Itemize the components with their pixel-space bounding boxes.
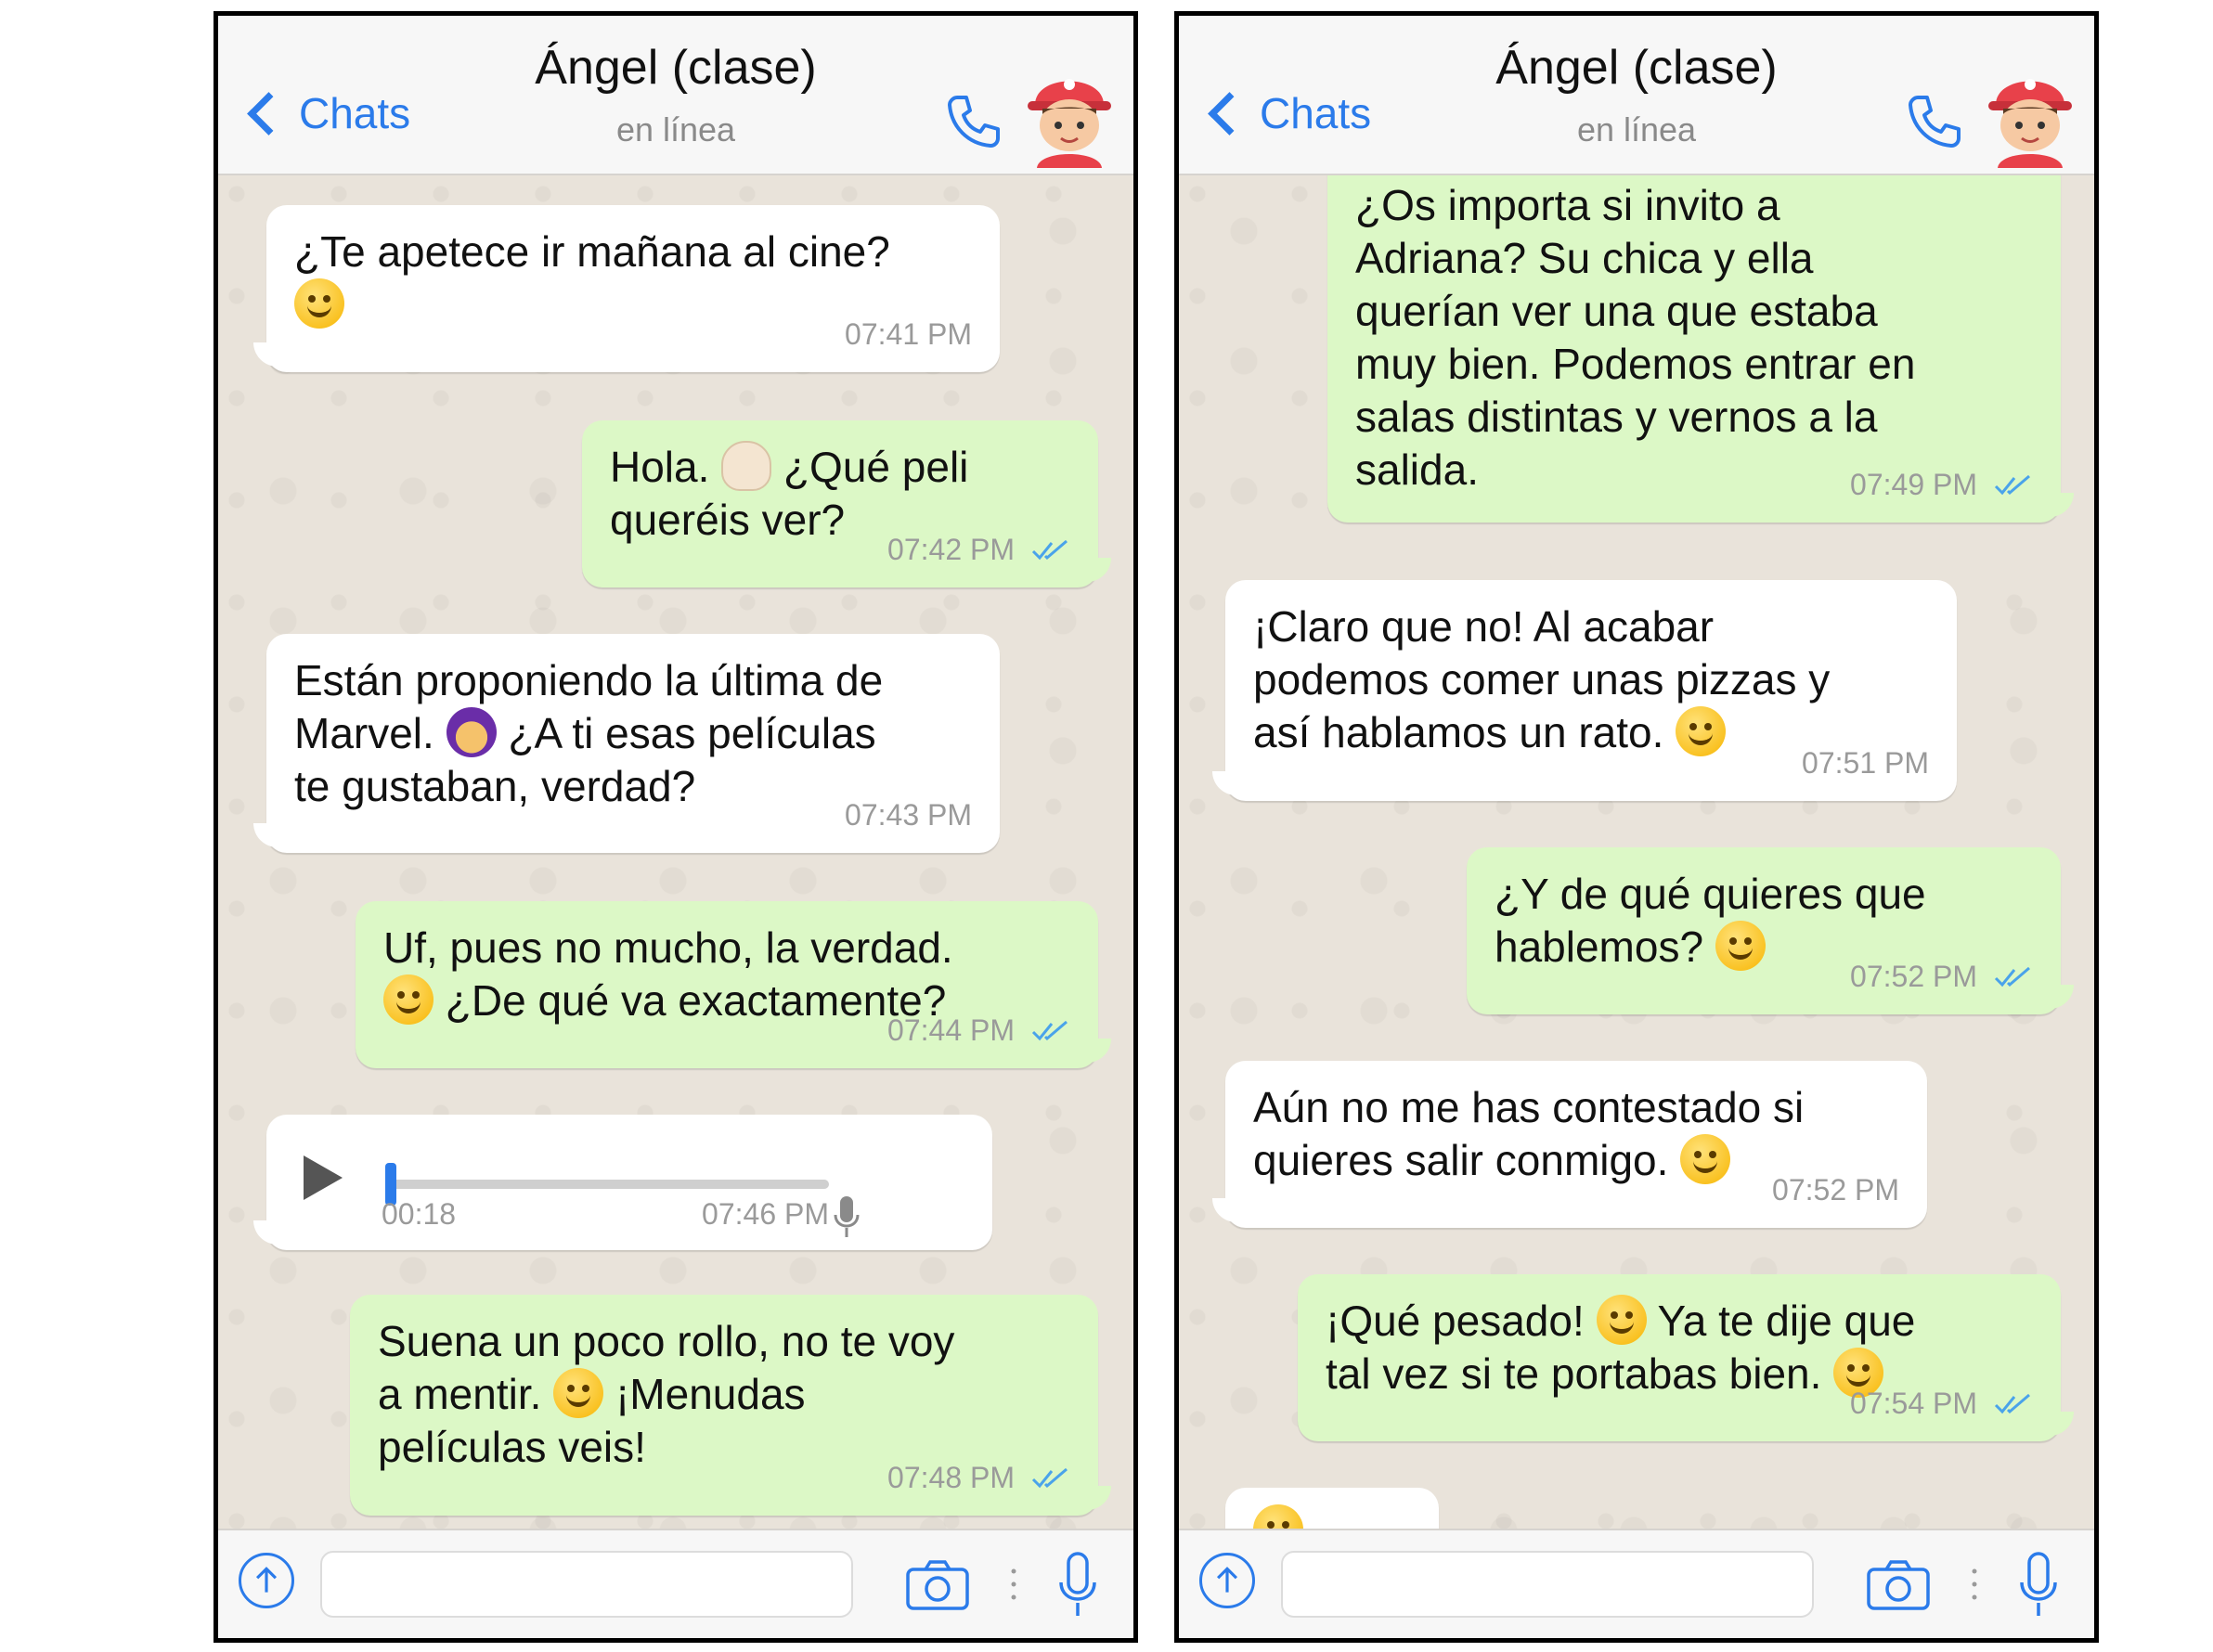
message-text: así hablamos un rato.	[1253, 708, 1664, 756]
double-check-icon	[1994, 966, 2030, 987]
message-list[interactable]: ¿Te apetece ir mañana al cine? 07:41 PM …	[218, 175, 1133, 1530]
message-outgoing[interactable]: ¿Y de qué quieres que hablemos? 07:52 PM	[1467, 847, 2074, 1014]
message-text: Uf, pues no mucho, la verdad.	[383, 923, 953, 972]
smiling-halo-emoji	[1253, 1504, 1303, 1530]
voice-duration: 00:18	[382, 1197, 457, 1231]
tears-of-joy-emoji	[553, 1368, 604, 1418]
message-time: 07:48 PM	[887, 1461, 1015, 1494]
phone-icon[interactable]	[944, 92, 1003, 151]
message-time: 07:42 PM	[887, 533, 1015, 566]
input-bar	[1179, 1529, 2094, 1638]
message-text: Ya te dije que	[1657, 1297, 1916, 1345]
message-time: 07:41 PM	[845, 317, 972, 351]
camera-icon[interactable]	[1866, 1558, 1931, 1612]
message-incoming[interactable]: Aún no me has contestado si quieres sali…	[1212, 1061, 1927, 1228]
grinning-sweat-emoji	[383, 974, 434, 1025]
chat-screen-left: Chats Ángel (clase) en línea ¿Te apetece…	[214, 11, 1138, 1643]
message-outgoing[interactable]: Suena un poco rollo, no te voy a mentir.…	[350, 1295, 1111, 1516]
message-time: 07:44 PM	[887, 1013, 1015, 1047]
message-time: 07:51 PM	[1802, 746, 1929, 780]
message-time: 07:52 PM	[1850, 960, 1977, 993]
message-text: ¿Os importa si invito a	[1355, 181, 1780, 229]
chat-header: Chats Ángel (clase) en línea	[218, 16, 1133, 175]
message-outgoing[interactable]: Hola. ¿Qué peli queréis ver? 07:42 PM	[582, 420, 1111, 587]
message-text: ¡Claro que no! Al acabar	[1253, 602, 1715, 651]
smiling-face-emoji	[1676, 706, 1727, 756]
phone-icon[interactable]	[1905, 92, 1964, 151]
message-text: muy bien. Podemos entrar en	[1355, 340, 1916, 388]
chat-header: Chats Ángel (clase) en línea	[1179, 16, 2094, 175]
message-text: a mentir.	[378, 1370, 542, 1418]
message-incoming[interactable]	[1225, 1488, 1439, 1530]
message-text: Marvel.	[294, 709, 434, 757]
message-time: 07:49 PM	[1850, 468, 1977, 501]
upload-arrow-icon[interactable]	[239, 1553, 294, 1608]
contact-avatar[interactable]	[1979, 57, 2081, 168]
message-text: Suena un poco rollo, no te voy	[378, 1317, 955, 1365]
separator-dots	[1972, 1568, 1977, 1600]
message-text: quieres salir conmigo.	[1253, 1136, 1669, 1184]
message-input[interactable]	[1281, 1551, 1814, 1618]
double-check-icon	[1994, 1393, 2030, 1413]
voice-message[interactable]: 00:18 07:46 PM	[253, 1115, 992, 1250]
contact-avatar[interactable]	[1018, 57, 1120, 168]
message-text: Están proponiendo la última de	[294, 656, 884, 704]
chat-screen-right: Chats Ángel (clase) en línea ¿Os importa…	[1174, 11, 2099, 1643]
message-list[interactable]: ¿Os importa si invito a Adriana? Su chic…	[1179, 175, 2094, 1530]
message-text: ¿Y de qué quieres que	[1495, 870, 1926, 918]
superhero-emoji	[446, 707, 497, 757]
message-text: ¡Menudas	[615, 1370, 806, 1418]
message-outgoing[interactable]: Uf, pues no mucho, la verdad. ¿De qué va…	[356, 901, 1111, 1068]
message-text: Aún no me has contestado si	[1253, 1083, 1805, 1131]
contact-name[interactable]: Ángel (clase)	[218, 40, 1133, 96]
contact-name[interactable]: Ángel (clase)	[1179, 40, 2094, 96]
message-text: podemos comer unas pizzas y	[1253, 655, 1831, 703]
message-text: hablemos?	[1495, 923, 1704, 971]
double-check-icon	[1031, 1467, 1068, 1488]
tears-of-joy-emoji	[1715, 921, 1766, 971]
hugging-face-emoji	[294, 278, 344, 329]
camera-icon[interactable]	[905, 1558, 970, 1612]
upload-arrow-icon[interactable]	[1199, 1553, 1255, 1608]
message-outgoing[interactable]: ¡Qué pesado! Ya te dije que tal vez si t…	[1298, 1274, 2074, 1441]
message-text: Adriana? Su chica y ella	[1355, 234, 1814, 282]
message-time: 07:52 PM	[1772, 1173, 1899, 1207]
message-text: tal vez si te portabas bien.	[1326, 1349, 1822, 1398]
message-text: ¿A ti esas películas	[508, 709, 876, 757]
message-outgoing[interactable]: ¿Os importa si invito a Adriana? Su chic…	[1327, 175, 2074, 523]
message-time: 07:54 PM	[1850, 1387, 1977, 1420]
double-check-icon	[1994, 474, 2030, 495]
separator-dots	[1011, 1568, 1016, 1600]
waving-hand-emoji	[721, 441, 772, 491]
message-text: Hola.	[610, 443, 710, 491]
play-icon[interactable]	[304, 1155, 343, 1200]
message-incoming[interactable]: ¡Claro que no! Al acabar podemos comer u…	[1212, 580, 1957, 801]
message-text: ¿Qué peli	[783, 443, 969, 491]
message-text: ¡Qué pesado!	[1326, 1297, 1585, 1345]
smiling-halo-emoji	[1680, 1134, 1731, 1184]
input-bar	[218, 1529, 1133, 1638]
message-text: querían ver una que estaba	[1355, 287, 1878, 335]
message-incoming[interactable]: ¿Te apetece ir mañana al cine? 07:41 PM	[253, 205, 1000, 372]
message-incoming[interactable]: Están proponiendo la última de Marvel. ¿…	[253, 634, 1000, 853]
tears-of-joy-emoji	[1596, 1295, 1647, 1345]
microphone-icon	[834, 1196, 860, 1237]
message-text: ¿Te apetece ir mañana al cine?	[294, 227, 890, 276]
microphone-icon[interactable]	[1057, 1551, 1098, 1618]
message-text: salas distintas y vernos a la	[1355, 393, 1878, 441]
message-time: 07:43 PM	[845, 798, 972, 832]
message-time: 07:46 PM	[702, 1197, 829, 1231]
double-check-icon	[1031, 1020, 1068, 1040]
microphone-icon[interactable]	[2018, 1551, 2059, 1618]
double-check-icon	[1031, 539, 1068, 560]
message-input[interactable]	[320, 1551, 853, 1618]
message-text: ¿De qué va exactamente?	[445, 976, 947, 1025]
